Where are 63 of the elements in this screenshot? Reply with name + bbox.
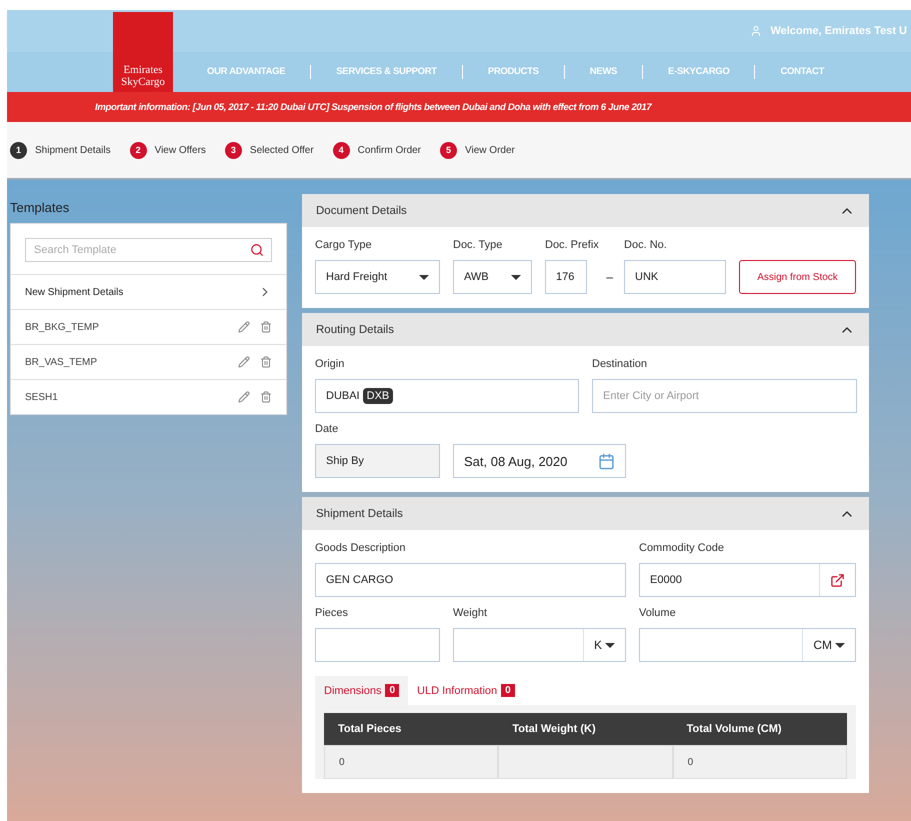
- step-number[interactable]: 3: [224, 142, 242, 158]
- doc-type-dropdown[interactable]: AWB: [453, 260, 532, 294]
- origin-field[interactable]: DUBAI DXB: [315, 379, 579, 413]
- user-icon: [750, 25, 762, 37]
- external-link-icon[interactable]: [830, 572, 845, 588]
- step-label[interactable]: View Offers: [154, 144, 206, 156]
- step-label[interactable]: Selected Offer: [250, 144, 314, 156]
- trash-icon[interactable]: [260, 356, 272, 368]
- trash-icon[interactable]: [260, 321, 272, 333]
- panel-title: Shipment Details: [316, 508, 403, 520]
- template-item[interactable]: New Shipment Details: [11, 274, 286, 309]
- volume-field[interactable]: CM: [639, 628, 856, 662]
- notice-banner: Important information: [Jun 05, 2017 - 11:20 Dubai UTC] Suspension of flights between Dubai and Doha with effect from 6 June 2017: [7, 92, 911, 122]
- field-label: Doc. Type: [453, 239, 502, 251]
- field-label: Volume: [639, 607, 676, 619]
- input-field[interactable]: 176: [545, 260, 587, 294]
- edit-icon[interactable]: [238, 356, 250, 368]
- field-label: Origin: [315, 358, 344, 370]
- assign-button[interactable]: Assign from Stock: [739, 260, 856, 294]
- tab[interactable]: Dimensions 0: [315, 676, 408, 705]
- step-number[interactable]: 5: [440, 142, 458, 158]
- table-cell: 0: [672, 745, 847, 779]
- field-label: Date: [315, 423, 338, 435]
- edit-icon[interactable]: [238, 321, 250, 333]
- field-label: Destination: [592, 358, 648, 370]
- step-number[interactable]: 1: [10, 142, 27, 158]
- input-field[interactable]: UNK: [624, 260, 726, 294]
- field-label: Pieces: [315, 607, 348, 619]
- edit-icon[interactable]: [238, 391, 250, 403]
- column-header: Total Pieces: [324, 713, 498, 745]
- search-field[interactable]: Search Template: [25, 238, 272, 262]
- weight-field[interactable]: K: [453, 628, 626, 662]
- cargo-type-dropdown[interactable]: Hard Freight: [315, 260, 440, 294]
- pieces-field[interactable]: [315, 628, 440, 662]
- field-label: Cargo Type: [315, 239, 372, 251]
- commodity-code-field[interactable]: E0000: [639, 563, 856, 597]
- trash-icon[interactable]: [260, 391, 272, 403]
- goods-description-field[interactable]: GEN CARGO: [315, 563, 626, 597]
- field-label: Doc. No.: [624, 239, 667, 251]
- column-header: Total Volume (CM): [672, 713, 847, 745]
- search-icon[interactable]: [250, 243, 264, 257]
- date-field[interactable]: Sat, 08 Aug, 2020: [453, 444, 626, 478]
- table-cell: 0: [324, 745, 498, 779]
- step-label[interactable]: Shipment Details: [35, 144, 111, 156]
- separator-text: –: [606, 269, 614, 286]
- template-name[interactable]: BR_VAS_TEMP: [25, 356, 98, 368]
- field-label: Commodity Code: [639, 542, 724, 554]
- sidebar-title: Templates: [10, 199, 70, 217]
- ship-by-field[interactable]: Ship By: [315, 444, 440, 478]
- logo: Emirates SkyCargo: [113, 12, 173, 92]
- panel-title: Document Details: [316, 204, 407, 216]
- column-header: Total Weight (K): [498, 713, 673, 745]
- field-label: Doc. Prefix: [545, 239, 599, 251]
- field-label: Goods Description: [315, 542, 406, 554]
- field-label: Weight: [453, 607, 488, 619]
- step-number[interactable]: 2: [130, 142, 147, 158]
- step-number[interactable]: 4: [332, 142, 350, 158]
- step-label[interactable]: View Order: [465, 144, 515, 156]
- template-name[interactable]: BR_BKG_TEMP: [25, 322, 99, 332]
- step-label[interactable]: Confirm Order: [358, 144, 422, 156]
- calendar-icon: [598, 452, 615, 470]
- template-name[interactable]: SESH1: [25, 392, 58, 402]
- panel-title: Routing Details: [316, 324, 394, 336]
